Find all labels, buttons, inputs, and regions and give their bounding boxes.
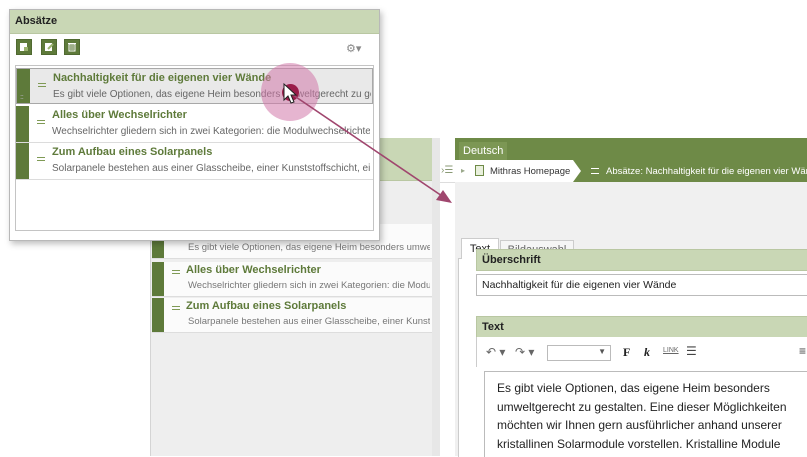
- arrow-head: [436, 190, 452, 203]
- mouse-cursor-icon: [283, 82, 298, 104]
- arrow-line: [292, 94, 446, 199]
- drag-arrow: [283, 82, 452, 203]
